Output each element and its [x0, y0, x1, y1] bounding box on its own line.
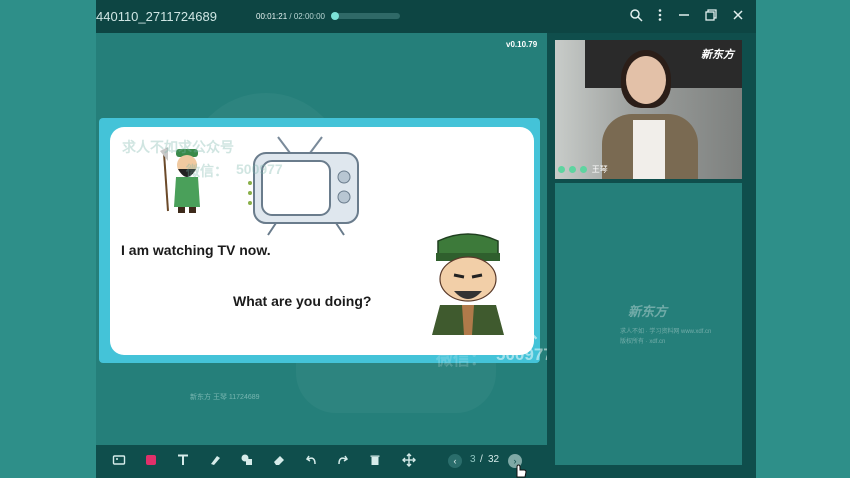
page-separator: /	[480, 454, 483, 465]
watermark-text: 求人不如 · 学习资料网 www.xdf.cn	[620, 329, 712, 335]
zoom-icon[interactable]	[628, 8, 644, 24]
close-icon[interactable]	[730, 8, 746, 24]
watermark-text: 、 姞姞爱学习	[531, 323, 547, 342]
slide-frame: I am watching TV now. What are you doing…	[99, 118, 540, 363]
teacher-name: 王琴	[591, 165, 608, 174]
watermark-text: 求人不如求公众号	[122, 139, 234, 155]
tv-illustration	[248, 136, 359, 236]
text-icon[interactable]	[175, 453, 191, 469]
title-bar: 440110_2711724689 00:01:21 / 02:00:00	[96, 0, 756, 33]
teacher-video[interactable]: 新东方 王琴	[555, 40, 742, 179]
courseware-stage: v0.10.79 I am watching TV now. What are …	[96, 33, 547, 445]
total-pages: 32	[488, 454, 500, 465]
man-illustration	[432, 233, 504, 335]
watermark-text: 版权所有 · xdf.cn	[620, 339, 666, 345]
sentence-2: What are you doing?	[233, 293, 372, 309]
undo-icon[interactable]	[303, 453, 319, 469]
total-time: / 02:00:00	[289, 12, 325, 21]
drawing-toolbar: ‹ 3 / 32 ›	[96, 445, 547, 478]
time-readout: 00:01:21 / 02:00:00	[256, 12, 325, 21]
prev-page-button[interactable]: ‹	[448, 454, 462, 468]
image-icon[interactable]	[111, 453, 127, 469]
user-icon	[580, 166, 588, 174]
playback-progress[interactable]	[330, 12, 400, 20]
right-background	[756, 0, 850, 478]
watermark-footer: 新东方 王琴 11724689	[190, 394, 260, 401]
elapsed-time: 00:01:21	[256, 12, 288, 21]
hand-cursor-icon	[516, 464, 527, 478]
left-background	[0, 0, 96, 478]
redo-icon[interactable]	[335, 453, 351, 469]
color-icon[interactable]	[143, 453, 159, 469]
sentence-1: I am watching TV now.	[121, 242, 271, 258]
eraser-icon[interactable]	[271, 453, 287, 469]
more-icon[interactable]	[652, 8, 668, 24]
restore-icon[interactable]	[703, 8, 719, 24]
current-page: 3	[470, 454, 476, 465]
camera-icon	[569, 166, 577, 174]
progress-knob[interactable]	[330, 12, 339, 20]
brand-logo: 新东方	[701, 49, 734, 61]
version-label: v0.10.79	[506, 40, 538, 49]
watermark-text: 微信：	[436, 350, 487, 369]
shape-icon[interactable]	[239, 453, 255, 469]
move-icon[interactable]	[401, 453, 417, 469]
brand-watermark: 新东方	[628, 304, 668, 319]
student-video-panel	[555, 183, 742, 465]
watermark-text: 500977	[236, 161, 283, 177]
watermark-text: 微信：	[186, 163, 228, 179]
window-title: 440110_2711724689	[96, 9, 217, 24]
mic-icon	[558, 166, 565, 174]
slide[interactable]: I am watching TV now. What are you doing…	[110, 127, 534, 355]
trash-icon[interactable]	[367, 453, 383, 469]
video-name-bar: 王琴	[558, 164, 608, 176]
watermark-text: 50097716	[496, 345, 547, 364]
minimize-icon[interactable]	[676, 8, 692, 24]
brush-icon[interactable]	[207, 453, 223, 469]
